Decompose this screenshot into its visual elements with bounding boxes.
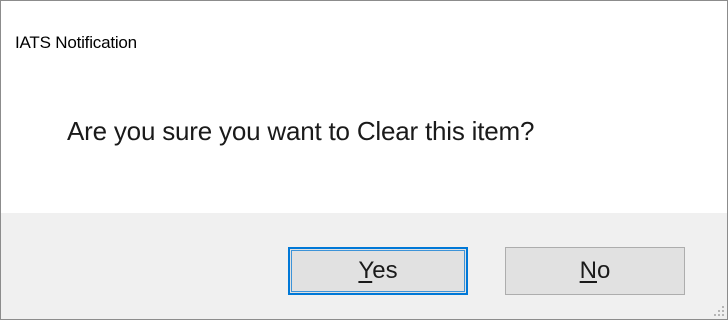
no-mnemonic: N bbox=[579, 257, 597, 284]
yes-button[interactable]: Yes bbox=[288, 247, 468, 295]
no-button[interactable]: No bbox=[505, 247, 685, 295]
yes-label-rest: es bbox=[372, 257, 398, 284]
window-title: IATS Notification bbox=[15, 33, 137, 52]
no-button-label: No bbox=[580, 257, 611, 285]
button-bar: Yes No bbox=[1, 213, 727, 319]
yes-mnemonic: Y bbox=[358, 257, 373, 284]
yes-button-label: Yes bbox=[358, 257, 397, 285]
title-bar[interactable]: IATS Notification bbox=[1, 1, 727, 83]
resize-grip-icon[interactable] bbox=[713, 305, 725, 317]
no-label-rest: o bbox=[596, 257, 611, 284]
notification-dialog: IATS Notification Are you sure you want … bbox=[0, 0, 728, 320]
message-area: Are you sure you want to Clear this item… bbox=[1, 83, 727, 213]
confirmation-message: Are you sure you want to Clear this item… bbox=[67, 116, 535, 146]
